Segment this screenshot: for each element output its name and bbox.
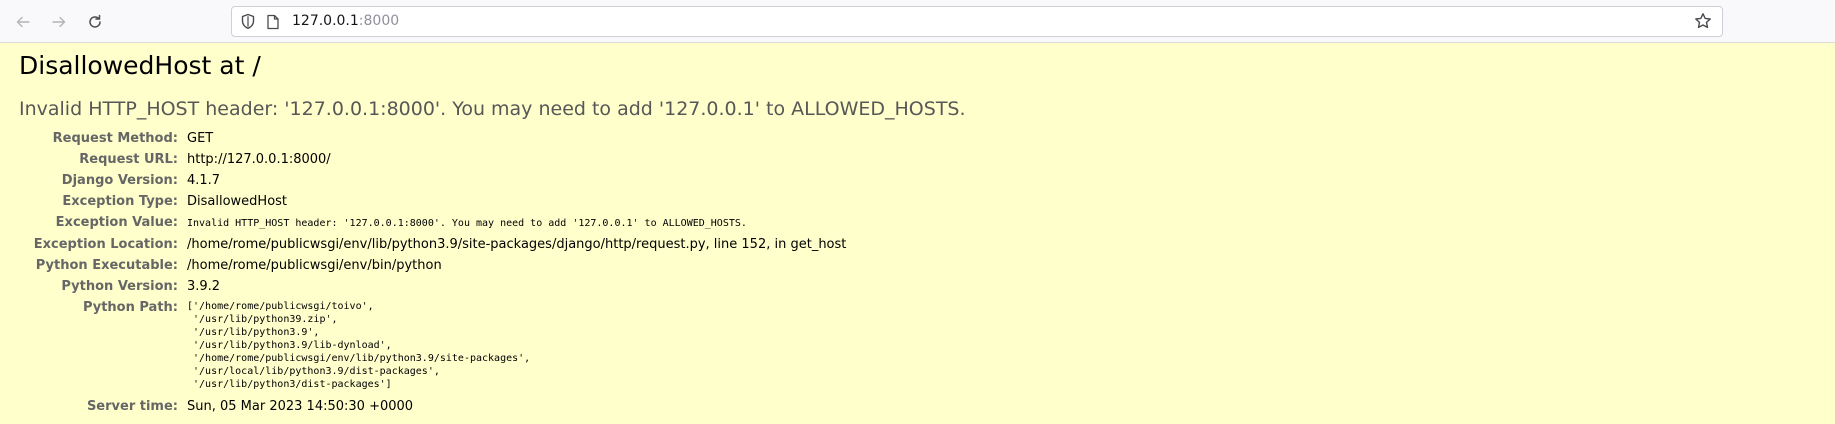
meta-label: Django Version: — [61, 173, 178, 188]
url-port: :8000 — [358, 13, 400, 29]
meta-row-exception-location: Exception Location: /home/rome/publicwsg… — [19, 234, 847, 255]
url-host: 127.0.0.1 — [292, 13, 359, 29]
exception-value-text: Invalid HTTP_HOST header: '127.0.0.1:800… — [187, 218, 747, 229]
meta-label: Exception Type: — [62, 194, 178, 209]
meta-row-python-executable: Python Executable: /home/rome/publicwsgi… — [19, 255, 846, 276]
meta-row-python-path: Python Path: ['/home/rome/publicwsgi/toi… — [19, 297, 846, 396]
meta-row-server-time: Server time: Sun, 05 Mar 2023 14:50:30 +… — [19, 396, 846, 417]
meta-value: ['/home/rome/publicwsgi/toivo', '/usr/li… — [187, 297, 846, 396]
meta-label: Python Executable: — [35, 258, 178, 273]
page-title: DisallowedHost at / — [19, 51, 261, 80]
url-text[interactable]: 127.0.0.1:8000 — [292, 13, 399, 29]
meta-row-exception-type: Exception Type: DisallowedHost — [19, 191, 846, 212]
python-path-list: ['/home/rome/publicwsgi/toivo', '/usr/li… — [187, 301, 531, 390]
arrow-right-icon — [52, 16, 66, 28]
arrow-left-icon — [16, 16, 30, 28]
meta-label: Request URL: — [79, 152, 178, 167]
meta-row-request-url: Request URL: http://127.0.0.1:8000/ — [19, 149, 846, 170]
reload-icon — [89, 14, 101, 28]
meta-value: GET — [187, 131, 214, 146]
meta-value: /home/rome/publicwsgi/env/bin/python — [187, 258, 442, 273]
meta-value: 4.1.7 — [187, 173, 221, 188]
meta-row-exception-value: Exception Value: Invalid HTTP_HOST heade… — [19, 212, 846, 234]
meta-value: http://127.0.0.1:8000/ — [187, 152, 331, 167]
forward-button[interactable] — [47, 10, 71, 34]
meta-value: Invalid HTTP_HOST header: '127.0.0.1:800… — [187, 212, 846, 234]
meta-value: /home/rome/publicwsgi/env/lib/python3.9/… — [187, 237, 847, 252]
meta-label: Request Method: — [52, 131, 178, 146]
meta-label: Exception Value: — [55, 215, 178, 230]
error-summary: DisallowedHost at / Invalid HTTP_HOST he… — [0, 43, 1835, 417]
meta-label: Python Path: — [82, 300, 178, 315]
meta-table: Request Method: GET Request URL: http://… — [19, 128, 847, 417]
back-button[interactable] — [11, 10, 35, 34]
meta-label: Exception Location: — [33, 237, 178, 252]
meta-label: Server time: — [86, 399, 178, 414]
address-bar[interactable]: 127.0.0.1:8000 — [231, 6, 1723, 37]
meta-row-python-version: Python Version: 3.9.2 — [19, 276, 846, 297]
meta-value: 3.9.2 — [187, 279, 221, 294]
error-message: Invalid HTTP_HOST header: '127.0.0.1:800… — [19, 98, 966, 120]
meta-row-django-version: Django Version: 4.1.7 — [19, 170, 846, 191]
meta-label: Python Version: — [61, 279, 178, 294]
bookmark-star-icon[interactable] — [1694, 12, 1712, 34]
page-icon — [266, 14, 280, 30]
meta-row-request-method: Request Method: GET — [19, 128, 846, 149]
meta-value: DisallowedHost — [187, 194, 288, 209]
meta-value: Sun, 05 Mar 2023 14:50:30 +0000 — [187, 399, 414, 414]
browser-toolbar: 127.0.0.1:8000 — [0, 0, 1835, 43]
shield-icon[interactable] — [240, 13, 256, 30]
reload-button[interactable] — [83, 10, 107, 34]
